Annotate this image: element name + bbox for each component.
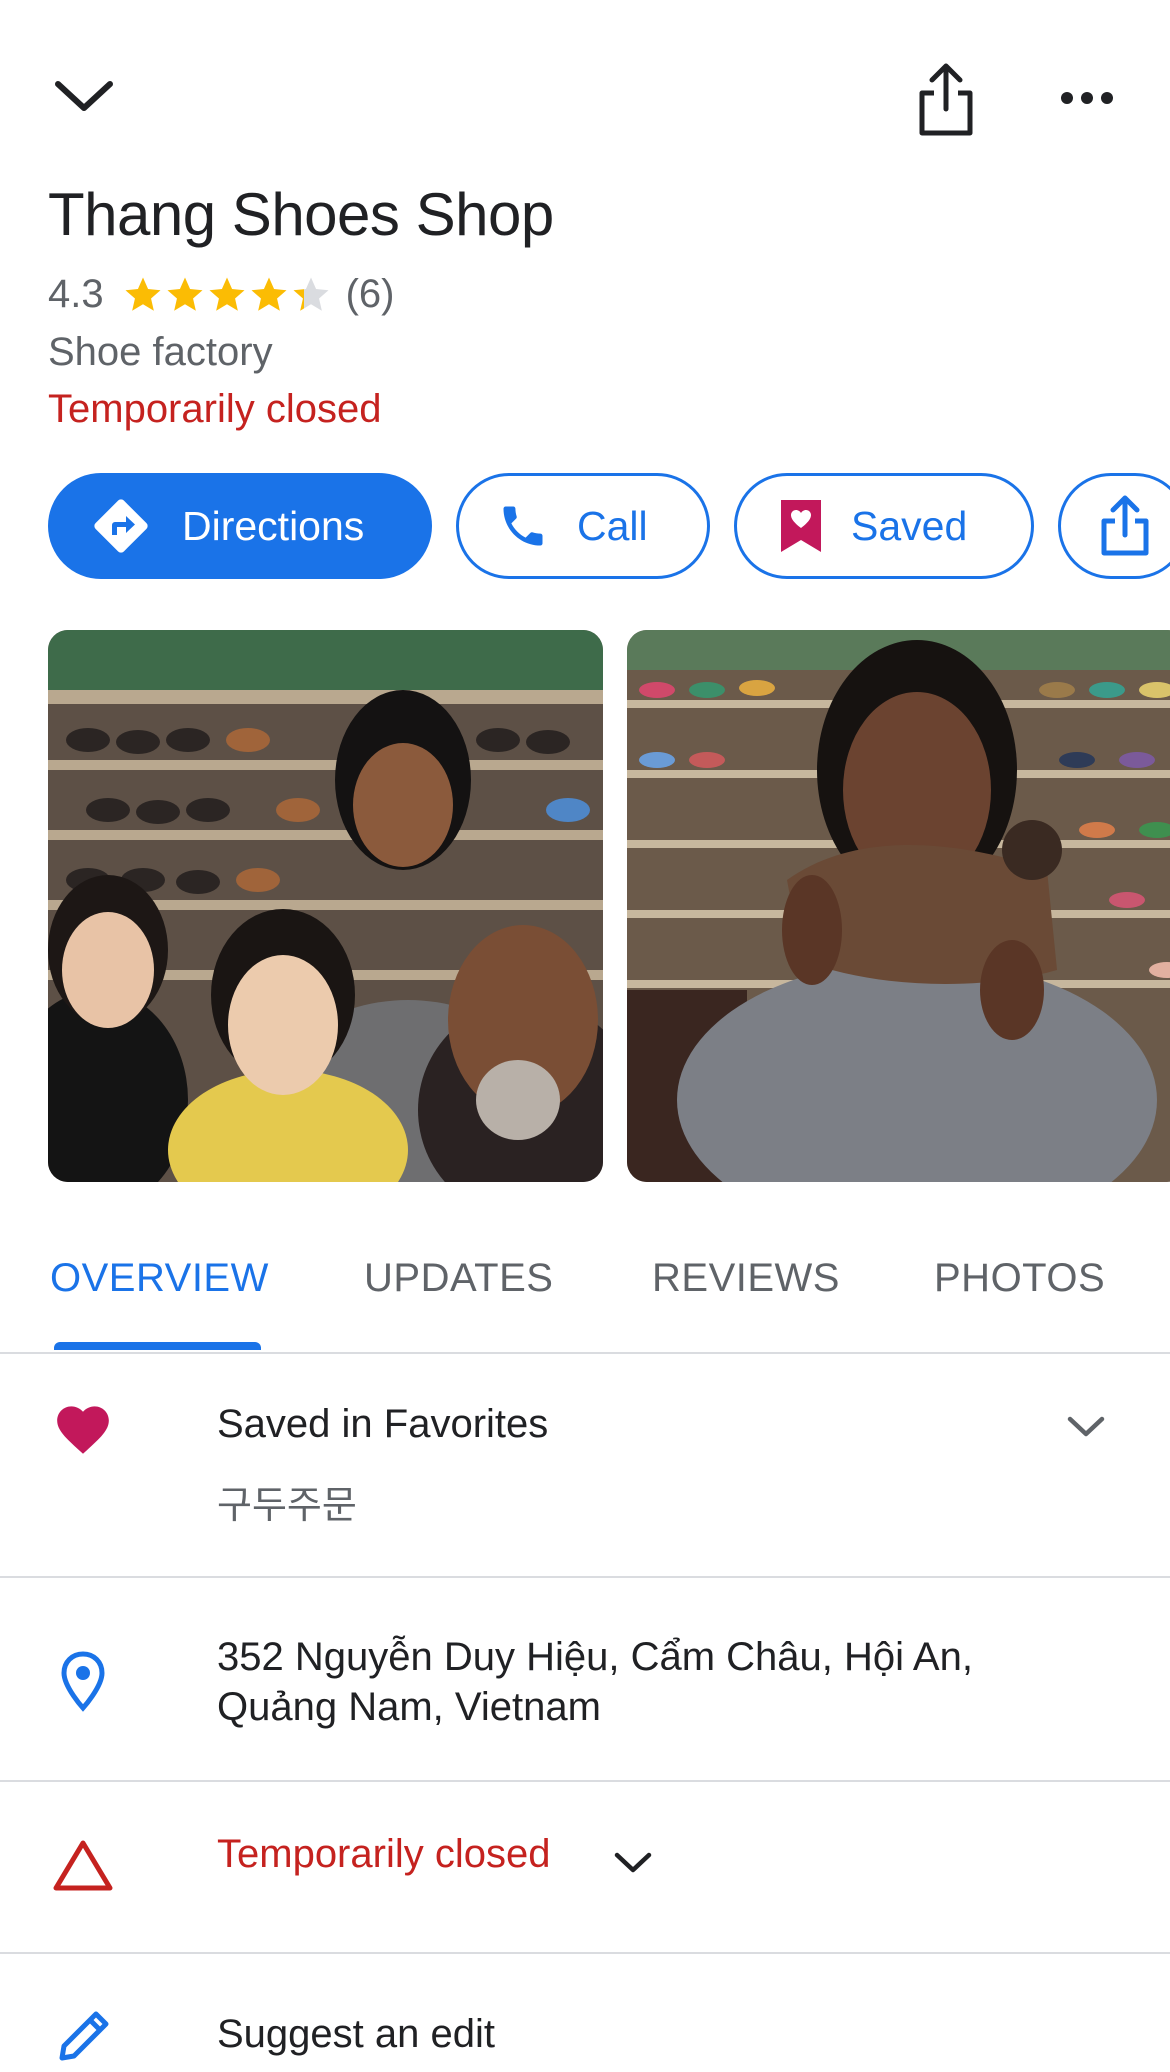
place-photo[interactable] xyxy=(627,630,1170,1182)
active-tab-indicator xyxy=(54,1342,261,1350)
more-horiz-icon xyxy=(1061,92,1113,104)
suggest-edit-label: Suggest an edit xyxy=(217,2012,495,2056)
star-icon xyxy=(293,277,329,311)
directions-button[interactable]: Directions xyxy=(48,473,432,579)
saved-list-title: Saved in Favorites xyxy=(217,1402,549,1446)
tab-photos[interactable]: PHOTOS xyxy=(934,1256,1105,1301)
star-icon xyxy=(209,277,245,311)
place-title: Thang Shoes Shop xyxy=(48,181,554,248)
place-photo[interactable] xyxy=(48,630,603,1182)
chevron-down-icon xyxy=(55,81,113,111)
rating-row[interactable]: 4.3 (6) xyxy=(48,272,395,317)
pencil-icon xyxy=(59,2011,109,2061)
saved-list-row[interactable]: Saved in Favorites 구두주문 xyxy=(0,1354,1170,1576)
saved-list-note: 구두주문 xyxy=(217,1485,357,1527)
star-icon xyxy=(251,277,287,311)
review-count: (6) xyxy=(345,272,395,316)
directions-label: Directions xyxy=(182,502,365,549)
phone-icon xyxy=(503,506,543,546)
place-category: Shoe factory xyxy=(48,330,273,374)
action-buttons: Directions Call Saved xyxy=(48,473,1170,579)
address-line-2: Quảng Nam, Vietnam xyxy=(217,1685,601,1729)
call-label: Call xyxy=(577,502,648,549)
directions-icon xyxy=(94,499,148,553)
more-options-button[interactable] xyxy=(1042,70,1132,126)
share-button[interactable] xyxy=(900,56,992,142)
bookmark-heart-icon xyxy=(781,500,821,552)
chevron-down-icon[interactable] xyxy=(1066,1414,1106,1440)
location-pin-icon xyxy=(61,1651,105,1712)
chevron-down-icon[interactable] xyxy=(613,1850,653,1876)
heart-icon xyxy=(57,1406,109,1454)
tab-reviews[interactable]: REVIEWS xyxy=(652,1256,840,1301)
collapse-button[interactable] xyxy=(40,60,128,132)
status-badge: Temporarily closed xyxy=(48,387,382,431)
address-row[interactable]: 352 Nguyễn Duy Hiệu, Cẩm Châu, Hội An, Q… xyxy=(0,1578,1170,1780)
photo-carousel[interactable] xyxy=(48,630,1170,1182)
address-text: 352 Nguyễn Duy Hiệu, Cẩm Châu, Hội An, Q… xyxy=(217,1632,973,1732)
saved-label: Saved xyxy=(851,502,968,549)
status-row[interactable]: Temporarily closed xyxy=(0,1782,1170,1952)
star-icon xyxy=(167,277,203,311)
share-icon xyxy=(1101,495,1149,556)
call-button[interactable]: Call xyxy=(456,473,710,579)
tab-updates[interactable]: UPDATES xyxy=(364,1256,553,1301)
share-icon xyxy=(919,63,973,136)
tab-bar: OVERVIEW UPDATES REVIEWS PHOTOS xyxy=(0,1236,1170,1352)
tab-overview[interactable]: OVERVIEW xyxy=(50,1256,269,1301)
rating-stars xyxy=(122,274,332,316)
share-pill-button[interactable] xyxy=(1058,473,1170,579)
star-icon xyxy=(125,277,161,311)
rating-value: 4.3 xyxy=(48,272,104,316)
address-line-1: 352 Nguyễn Duy Hiệu, Cẩm Châu, Hội An, xyxy=(217,1635,973,1679)
saved-button[interactable]: Saved xyxy=(734,473,1034,579)
warning-triangle-icon xyxy=(53,1840,113,1891)
suggest-edit-row[interactable]: Suggest an edit xyxy=(0,1954,1170,2072)
status-row-label: Temporarily closed xyxy=(217,1832,551,1876)
